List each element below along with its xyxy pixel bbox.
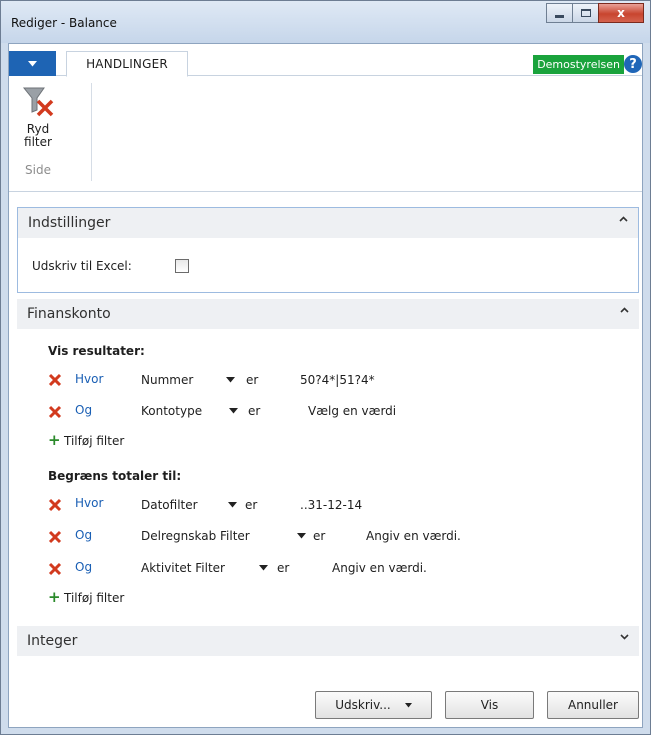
- filter-value[interactable]: Angiv en værdi.: [332, 561, 427, 575]
- remove-filter-icon[interactable]: [48, 405, 62, 419]
- filter-value[interactable]: Vælg en værdi: [308, 404, 396, 418]
- account-header-label: Finanskonto: [27, 306, 111, 322]
- add-filter-icon[interactable]: +: [48, 588, 61, 606]
- remove-filter-icon[interactable]: [48, 373, 62, 387]
- filter-conjunction: Og: [75, 403, 93, 417]
- add-filter-icon[interactable]: +: [48, 431, 61, 449]
- filter-conjunction: Hvor: [75, 372, 104, 386]
- add-filter-link[interactable]: Tilføj filter: [64, 434, 124, 448]
- filter-conjunction: Hvor: [75, 496, 104, 510]
- filter-conjunction: Og: [75, 560, 93, 574]
- excel-label: Udskriv til Excel:: [32, 259, 132, 273]
- maximize-icon: [580, 9, 591, 17]
- company-badge[interactable]: Demostyrelsen: [533, 55, 624, 74]
- ribbon-group-label: Side: [25, 163, 51, 177]
- filter-field[interactable]: Delregnskab Filter: [141, 529, 250, 543]
- settings-header-label: Indstillinger: [28, 215, 111, 231]
- help-icon[interactable]: ?: [624, 55, 642, 73]
- filter-operator: er: [277, 561, 290, 575]
- minimize-icon: [555, 14, 564, 18]
- filter-field[interactable]: Kontotype: [141, 404, 202, 418]
- dialog-window: Rediger - Balance x HANDLINGER Demostyre…: [0, 0, 651, 735]
- filter-field[interactable]: Datofilter: [141, 498, 198, 512]
- print-button[interactable]: Udskriv...: [315, 691, 432, 719]
- print-button-label: Udskriv...: [335, 698, 391, 712]
- ribbon-group-separator: [91, 83, 92, 181]
- caret-down-icon: [28, 60, 37, 66]
- filter-conjunction: Og: [75, 528, 93, 542]
- settings-fasttab-header[interactable]: Indstillinger: [18, 208, 638, 238]
- clear-filter-label-2: filter: [24, 135, 52, 149]
- filter-field[interactable]: Aktivitet Filter: [141, 561, 225, 575]
- caret-down-icon: [404, 702, 412, 707]
- remove-filter-icon[interactable]: [48, 562, 62, 576]
- title-bar[interactable]: Rediger - Balance x: [1, 1, 650, 43]
- chevron-up-icon: [619, 216, 628, 222]
- filter-operator: er: [248, 404, 261, 418]
- caret-down-icon[interactable]: [229, 408, 238, 414]
- caret-down-icon[interactable]: [228, 502, 237, 508]
- show-results-label: Vis resultater:: [48, 344, 145, 358]
- filter-value[interactable]: Angiv en værdi.: [366, 529, 461, 543]
- caret-down-icon[interactable]: [226, 377, 235, 383]
- filter-operator: er: [246, 373, 259, 387]
- excel-checkbox[interactable]: [175, 259, 189, 273]
- filter-value[interactable]: ..31-12-14: [300, 498, 362, 512]
- caret-down-icon[interactable]: [297, 533, 306, 539]
- ribbon-tab-bar: HANDLINGER Demostyrelsen ?: [9, 44, 642, 77]
- minimize-button[interactable]: [546, 3, 573, 23]
- window-title: Rediger - Balance: [11, 16, 117, 30]
- maximize-button[interactable]: [572, 3, 599, 23]
- remove-filter-icon[interactable]: [48, 530, 62, 544]
- caret-down-icon[interactable]: [259, 565, 268, 571]
- filter-operator: er: [245, 498, 258, 512]
- filter-value[interactable]: 50?4*|51?4*: [300, 373, 375, 387]
- filter-field[interactable]: Nummer: [141, 373, 193, 387]
- clear-filter-icon: [22, 87, 54, 117]
- tab-handlinger[interactable]: HANDLINGER: [66, 51, 188, 77]
- add-filter-link[interactable]: Tilføj filter: [64, 591, 124, 605]
- window-controls: x: [546, 3, 644, 23]
- show-button[interactable]: Vis: [445, 691, 534, 719]
- remove-filter-icon[interactable]: [48, 498, 62, 512]
- request-page-content: Indstillinger Udskriv til Excel: Finansk…: [9, 193, 642, 727]
- account-fasttab-header[interactable]: Finanskonto: [17, 299, 639, 329]
- clear-filter-button[interactable]: Ryd filter: [15, 85, 61, 165]
- app-menu-button[interactable]: [9, 51, 56, 76]
- ribbon-panel: Ryd filter Side: [9, 77, 642, 192]
- close-icon: x: [617, 6, 625, 20]
- chevron-up-icon: [620, 307, 629, 313]
- integer-fasttab-header[interactable]: Integer: [17, 626, 639, 656]
- close-button[interactable]: x: [598, 3, 644, 23]
- limit-totals-label: Begræns totaler til:: [48, 469, 182, 483]
- integer-header-label: Integer: [27, 633, 78, 649]
- dialog-client: HANDLINGER Demostyrelsen ? Ryd filter Si…: [8, 43, 643, 728]
- chevron-down-icon: [620, 634, 629, 640]
- filter-operator: er: [313, 529, 326, 543]
- cancel-button[interactable]: Annuller: [547, 691, 639, 719]
